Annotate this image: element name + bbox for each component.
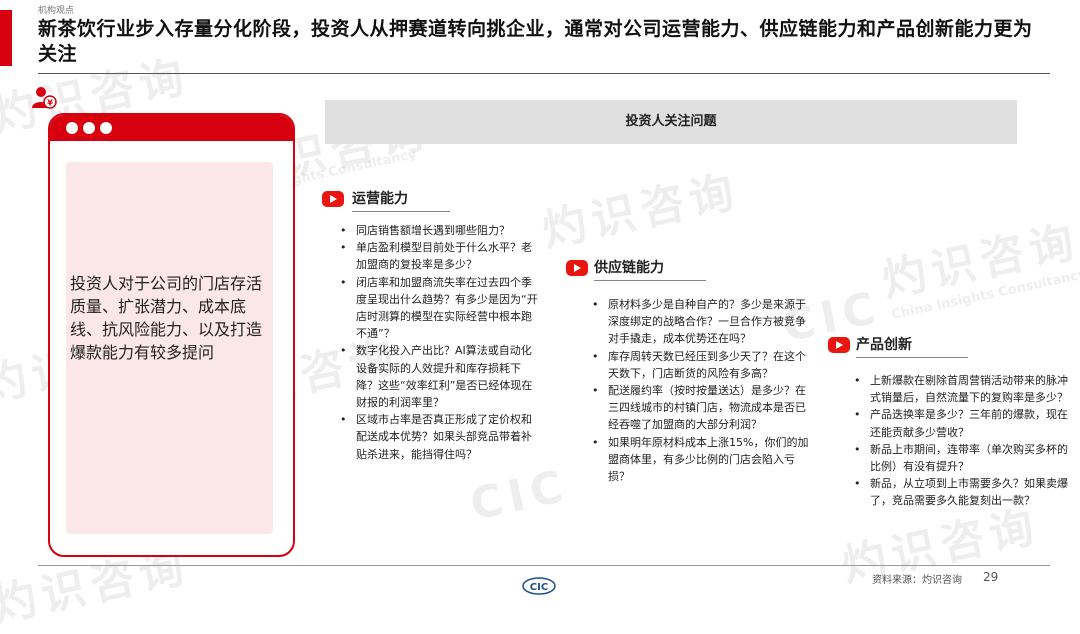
list-item: 如果明年原材料成本上涨15%，你们的加盟商体里，有多少比例的门店会陷入亏损？ (590, 434, 810, 486)
section-product-innovation: 产品创新 (828, 334, 968, 358)
section-underline (594, 280, 706, 281)
play-icon (322, 191, 344, 207)
category-label: 机构观点 (38, 6, 75, 16)
list-item: 同店销售额增长遇到哪些阻力？ (338, 222, 538, 239)
section-title: 供应链能力 (594, 260, 664, 276)
section-underline (352, 211, 450, 212)
play-icon (828, 337, 850, 353)
list-item: 单店盈利模型目前处于什么水平？老加盟商的复投率是多少？ (338, 239, 538, 273)
questions-header: 投资人关注问题 (325, 100, 1017, 144)
svg-text:¥: ¥ (47, 99, 53, 108)
footer-divider (38, 565, 1050, 566)
watermark: 灼识咨询 (877, 215, 1080, 308)
person-icon: ¥ (32, 87, 57, 109)
product-innovation-question-list: 上新爆款在剔除首周营销活动带来的脉冲式销量后，自然流量下的复购率是多少？ 产品迭… (852, 372, 1074, 510)
watermark: CIC (465, 460, 574, 531)
operations-question-list: 同店销售额增长遇到哪些阻力？ 单店盈利模型目前处于什么水平？老加盟商的复投率是多… (338, 222, 538, 463)
list-item: 上新爆款在剔除首周营销活动带来的脉冲式销量后，自然流量下的复购率是多少？ (852, 372, 1074, 406)
section-title: 运营能力 (352, 191, 408, 207)
section-supply-chain: 供应链能力 (566, 257, 726, 281)
window-dot-icon (100, 122, 112, 134)
list-item: 区域市占率是否真正形成了定价权和配送成本优势？如果头部竞品带着补贴杀进来，能挡得… (338, 411, 538, 463)
watermark: 灼识咨询 (537, 165, 745, 258)
list-item: 新品上市期间，连带率（单次购买多杯的比例）有没有提升？ (852, 441, 1074, 475)
list-item: 数字化投入产出比？AI算法或自动化设备实际的人效提升和库存损耗下降？这些“效率红… (338, 342, 538, 411)
page-number: 29 (983, 570, 999, 584)
list-item: 原材料多少是自种自产的？多少是来源于深度绑定的战略合作？一旦合作方被竞争对手撬走… (590, 296, 810, 348)
title-divider (38, 73, 1050, 74)
list-item: 闭店率和加盟商流失率在过去四个季度呈现出什么趋势？有多少是因为“开店时测算的模型… (338, 274, 538, 343)
title-accent-bar (0, 10, 12, 66)
page-title: 新茶饮行业步入存量分化阶段，投资人从押赛道转向挑企业，通常对公司运营能力、供应链… (38, 18, 1033, 65)
investor-focus-text: 投资人对于公司的门店存活质量、扩张潜力、成本底线、抗风险能力、以及打造爆款能力有… (70, 274, 263, 362)
list-item: 配送履约率（按时按量送达）是多少？在三四线城市的村镇门店，物流成本是否已经吞噬了… (590, 382, 810, 434)
list-item: 库存周转天数已经压到多少天了？在这个天数下，门店断货的风险有多高？ (590, 348, 810, 382)
section-underline (856, 357, 968, 358)
window-dot-icon (83, 122, 95, 134)
window-dot-icon (66, 122, 78, 134)
section-operations: 运营能力 (322, 188, 462, 212)
questions-header-label: 投资人关注问题 (625, 114, 717, 129)
cic-logo-icon: CIC (522, 577, 556, 595)
supply-chain-question-list: 原材料多少是自种自产的？多少是来源于深度绑定的战略合作？一旦合作方被竞争对手撬走… (590, 296, 810, 485)
list-item: 产品迭换率是多少？三年前的爆款，现在还能贡献多少营收？ (852, 406, 1074, 440)
play-icon (566, 260, 588, 276)
card-titlebar (50, 115, 293, 141)
section-title: 产品创新 (856, 337, 912, 353)
svg-text:CIC: CIC (530, 582, 548, 593)
source-note: 资料来源：灼识咨询 (872, 575, 962, 586)
list-item: 新品，从立项到上市需要多久？如果卖爆了，竞品需要多久能复刻出一款？ (852, 475, 1074, 509)
